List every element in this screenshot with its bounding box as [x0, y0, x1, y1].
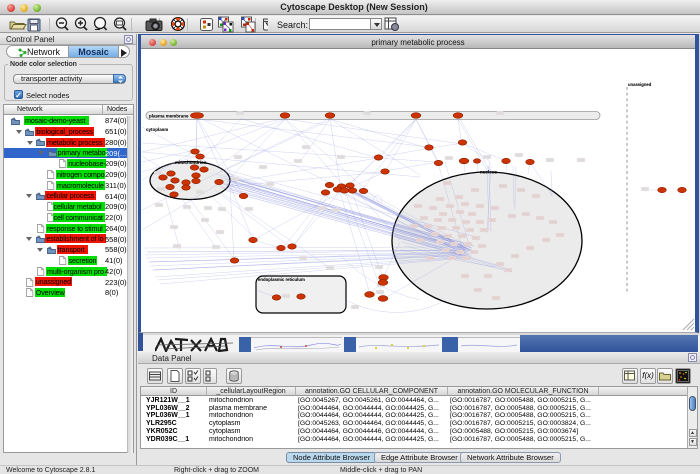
svg-text:plasma membrane: plasma membrane — [149, 114, 189, 119]
svg-text:endoplasmic reticulum: endoplasmic reticulum — [258, 277, 305, 282]
svg-text:nucleus: nucleus — [480, 170, 498, 175]
svg-text:cytoplasm: cytoplasm — [146, 127, 168, 132]
svg-text:unassigned: unassigned — [628, 82, 652, 87]
svg-text:mitochondrion: mitochondrion — [175, 160, 207, 165]
